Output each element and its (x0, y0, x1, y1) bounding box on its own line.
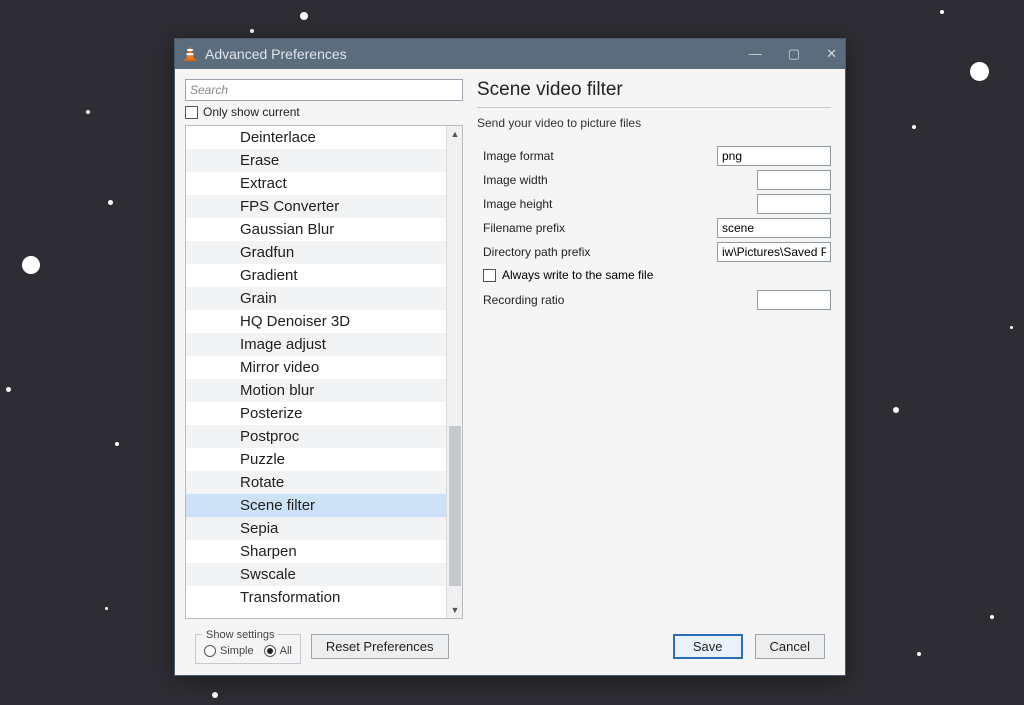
scroll-thumb[interactable] (449, 426, 461, 586)
image-width-input[interactable] (758, 171, 835, 189)
reset-preferences-button[interactable]: Reset Preferences (311, 634, 449, 659)
dir-prefix-input[interactable] (717, 242, 831, 262)
panel-description: Send your video to picture files (477, 116, 831, 130)
tree-item[interactable]: Gradfun (186, 241, 446, 264)
image-format-input[interactable] (717, 146, 831, 166)
only-show-current-checkbox[interactable] (185, 106, 198, 119)
tree-item[interactable]: Puzzle (186, 448, 446, 471)
image-height-spinner[interactable]: ▲▼ (757, 194, 831, 214)
scroll-up-icon[interactable]: ▲ (447, 126, 463, 142)
tree-item[interactable]: Image adjust (186, 333, 446, 356)
recording-ratio-spinner[interactable]: ▲▼ (757, 290, 831, 310)
always-write-label: Always write to the same file (502, 268, 653, 282)
vlc-cone-icon (183, 46, 197, 62)
tree-item[interactable]: Gaussian Blur (186, 218, 446, 241)
always-write-checkbox[interactable] (483, 269, 496, 282)
filename-prefix-label: Filename prefix (483, 221, 717, 235)
settings-tree[interactable]: DeinterlaceEraseExtractFPS ConverterGaus… (186, 126, 446, 618)
dir-prefix-label: Directory path prefix (483, 245, 717, 259)
tree-item[interactable]: Rotate (186, 471, 446, 494)
tree-item[interactable]: Swscale (186, 563, 446, 586)
tree-item[interactable]: Extract (186, 172, 446, 195)
tree-item[interactable]: Gradient (186, 264, 446, 287)
recording-ratio-input[interactable] (758, 291, 835, 309)
close-button[interactable]: ✕ (826, 46, 837, 62)
tree-item[interactable]: Postproc (186, 425, 446, 448)
tree-item[interactable]: Motion blur (186, 379, 446, 402)
tree-item[interactable]: Transformation (186, 586, 446, 609)
separator (477, 107, 831, 108)
show-settings-group: Show settings Simple All (195, 629, 301, 664)
image-width-spinner[interactable]: ▲▼ (757, 170, 831, 190)
save-button[interactable]: Save (673, 634, 743, 659)
tree-item[interactable]: Sepia (186, 517, 446, 540)
titlebar[interactable]: Advanced Preferences — ▢ ✕ (175, 39, 845, 69)
search-input[interactable] (185, 79, 463, 101)
window-title: Advanced Preferences (205, 46, 347, 62)
image-height-label: Image height (483, 197, 757, 211)
minimize-button[interactable]: — (749, 46, 762, 62)
recording-ratio-label: Recording ratio (483, 293, 757, 307)
only-show-current-label: Only show current (203, 105, 300, 119)
tree-scrollbar[interactable]: ▲ ▼ (446, 126, 462, 618)
simple-radio[interactable]: Simple (204, 645, 254, 657)
tree-item[interactable]: HQ Denoiser 3D (186, 310, 446, 333)
tree-item[interactable]: Scene filter (186, 494, 446, 517)
cancel-button[interactable]: Cancel (755, 634, 825, 659)
tree-item[interactable]: Deinterlace (186, 126, 446, 149)
all-radio[interactable]: All (264, 645, 292, 657)
show-settings-legend: Show settings (202, 629, 278, 641)
tree-item[interactable]: Sharpen (186, 540, 446, 563)
preferences-window: Advanced Preferences — ▢ ✕ Only show cur… (174, 38, 846, 676)
tree-item[interactable]: Mirror video (186, 356, 446, 379)
tree-item[interactable]: Posterize (186, 402, 446, 425)
filename-prefix-input[interactable] (717, 218, 831, 238)
scroll-down-icon[interactable]: ▼ (447, 602, 463, 618)
panel-title: Scene video filter (477, 79, 831, 101)
tree-item[interactable]: Erase (186, 149, 446, 172)
tree-item[interactable]: FPS Converter (186, 195, 446, 218)
image-height-input[interactable] (758, 195, 835, 213)
image-width-label: Image width (483, 173, 757, 187)
maximize-button[interactable]: ▢ (788, 46, 800, 62)
tree-item[interactable]: Grain (186, 287, 446, 310)
image-format-label: Image format (483, 149, 717, 163)
